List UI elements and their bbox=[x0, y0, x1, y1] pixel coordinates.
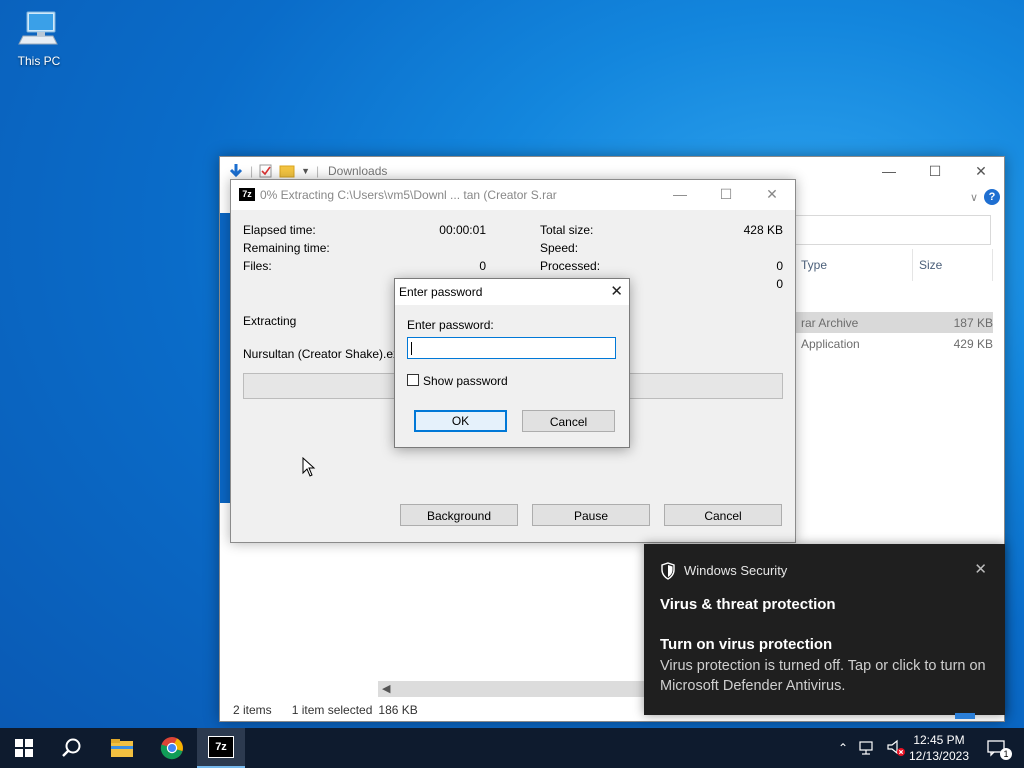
mouse-cursor-icon bbox=[302, 457, 316, 477]
processed-label: Processed: bbox=[540, 259, 601, 273]
elapsed-time-value: 00:00:01 bbox=[439, 223, 486, 237]
maximize-button[interactable]: ☐ bbox=[912, 157, 958, 185]
status-selected: 1 item selected bbox=[291, 703, 373, 717]
password-dialog-title: Enter password bbox=[399, 285, 483, 299]
text-caret bbox=[411, 342, 412, 355]
pause-button[interactable]: Pause bbox=[532, 504, 650, 526]
file-row[interactable]: Application 429 KB bbox=[795, 333, 993, 354]
zip-titlebar: 7z 0% Extracting C:\Users\vm5\Downl ... … bbox=[231, 180, 795, 210]
window-edge-sliver bbox=[955, 713, 975, 719]
shield-icon bbox=[661, 562, 675, 580]
password-dialog-titlebar: Enter password ✕ bbox=[395, 279, 629, 305]
status-item-count: 2 items bbox=[233, 703, 272, 717]
password-prompt-label: Enter password: bbox=[407, 318, 494, 332]
processed-value: 0 bbox=[776, 259, 783, 273]
zip-title: 0% Extracting C:\Users\vm5\Downl ... tan… bbox=[260, 188, 557, 202]
network-icon[interactable] bbox=[858, 740, 876, 756]
desktop-icon-label: This PC bbox=[17, 54, 61, 68]
password-dialog: Enter password ✕ Enter password: Show pa… bbox=[394, 278, 630, 448]
horizontal-scrollbar[interactable]: ◀ bbox=[378, 681, 648, 697]
notification-count-badge: 1 bbox=[1000, 748, 1012, 760]
action-center-button[interactable]: 1 bbox=[982, 728, 1012, 768]
total-size-label: Total size: bbox=[540, 223, 594, 237]
help-icon[interactable]: ? bbox=[984, 189, 1000, 205]
speed-label: Speed: bbox=[540, 241, 579, 255]
new-folder-icon[interactable] bbox=[279, 164, 295, 178]
qat-dropdown-icon[interactable]: ▼ bbox=[301, 166, 310, 176]
current-file-name: Nursultan (Creator Shake).exe bbox=[243, 347, 406, 361]
file-size: 429 KB bbox=[953, 336, 993, 351]
column-header-type[interactable]: Type bbox=[795, 249, 913, 281]
start-button[interactable] bbox=[0, 728, 48, 768]
start-icon bbox=[15, 739, 33, 757]
file-type: Application bbox=[801, 336, 860, 351]
show-password-checkbox[interactable] bbox=[407, 374, 419, 386]
close-icon[interactable]: ✕ bbox=[974, 560, 987, 578]
taskbar-file-explorer[interactable] bbox=[98, 728, 146, 768]
security-toast-notification[interactable]: Windows Security ✕ Virus & threat protec… bbox=[644, 544, 1005, 715]
desktop-icon-this-pc[interactable]: This PC bbox=[12, 8, 66, 68]
ribbon-expand-icon[interactable]: ∨ bbox=[970, 191, 978, 204]
toast-heading: Virus & threat protection bbox=[660, 596, 836, 613]
minimize-button[interactable]: — bbox=[866, 157, 912, 185]
taskbar-clock[interactable]: 12:45 PM 12/13/2023 bbox=[900, 732, 978, 764]
quick-access-toolbar: | ▼ | bbox=[228, 163, 319, 179]
minimize-button[interactable]: — bbox=[657, 180, 703, 208]
chrome-icon bbox=[160, 737, 183, 760]
elapsed-time-label: Elapsed time: bbox=[243, 223, 316, 237]
operation-status: Extracting bbox=[243, 314, 297, 328]
status-bar: 2 items 1 item selected 186 KB bbox=[233, 703, 418, 717]
navigation-pane-edge bbox=[220, 213, 230, 503]
7zip-logo-icon: 7z bbox=[239, 188, 255, 201]
close-button[interactable]: ✕ bbox=[749, 180, 795, 208]
ok-button[interactable]: OK bbox=[414, 410, 507, 432]
file-explorer-icon bbox=[111, 739, 133, 757]
status-selected-size: 186 KB bbox=[378, 703, 418, 717]
password-input[interactable] bbox=[407, 337, 616, 359]
taskbar-chrome[interactable] bbox=[148, 728, 196, 768]
cancel-button[interactable]: Cancel bbox=[664, 504, 782, 526]
clock-time: 12:45 PM bbox=[913, 733, 965, 747]
toast-body: Virus protection is turned off. Tap or c… bbox=[660, 658, 986, 694]
system-tray: ⌃ bbox=[838, 728, 906, 768]
search-button[interactable] bbox=[48, 728, 96, 768]
toast-app-name: Windows Security bbox=[684, 563, 788, 578]
taskbar-7zip[interactable]: 7z bbox=[197, 728, 245, 768]
explorer-title: Downloads bbox=[328, 164, 388, 178]
computer-icon bbox=[18, 11, 58, 45]
search-icon bbox=[62, 738, 81, 757]
column-header-size[interactable]: Size bbox=[913, 249, 993, 281]
remaining-time-label: Remaining time: bbox=[243, 241, 330, 255]
search-input[interactable] bbox=[795, 215, 991, 245]
close-button[interactable]: ✕ bbox=[958, 157, 1004, 185]
close-icon[interactable]: ✕ bbox=[610, 282, 623, 300]
files-value: 0 bbox=[479, 259, 486, 273]
files-label: Files: bbox=[243, 259, 272, 273]
toast-subheading: Turn on virus protection bbox=[660, 636, 833, 653]
scroll-left-icon[interactable]: ◀ bbox=[382, 681, 390, 697]
maximize-button[interactable]: ☐ bbox=[703, 180, 749, 208]
total-size-value: 428 KB bbox=[743, 223, 783, 237]
cancel-button[interactable]: Cancel bbox=[522, 410, 615, 432]
download-arrow-icon[interactable] bbox=[228, 163, 244, 179]
packed-size-value: 0 bbox=[776, 277, 783, 291]
file-size: 187 KB bbox=[953, 315, 993, 330]
file-type: rar Archive bbox=[801, 315, 859, 330]
taskbar: 7z ⌃ 12:45 PM 12/13/2023 1 bbox=[0, 728, 1024, 768]
show-hidden-icons-icon[interactable]: ⌃ bbox=[838, 741, 848, 755]
show-password-label[interactable]: Show password bbox=[423, 374, 508, 388]
file-row[interactable]: rar Archive 187 KB bbox=[795, 312, 993, 333]
clock-date: 12/13/2023 bbox=[908, 749, 970, 763]
properties-icon[interactable] bbox=[259, 164, 273, 178]
background-button[interactable]: Background bbox=[400, 504, 518, 526]
7zip-icon: 7z bbox=[208, 736, 234, 758]
